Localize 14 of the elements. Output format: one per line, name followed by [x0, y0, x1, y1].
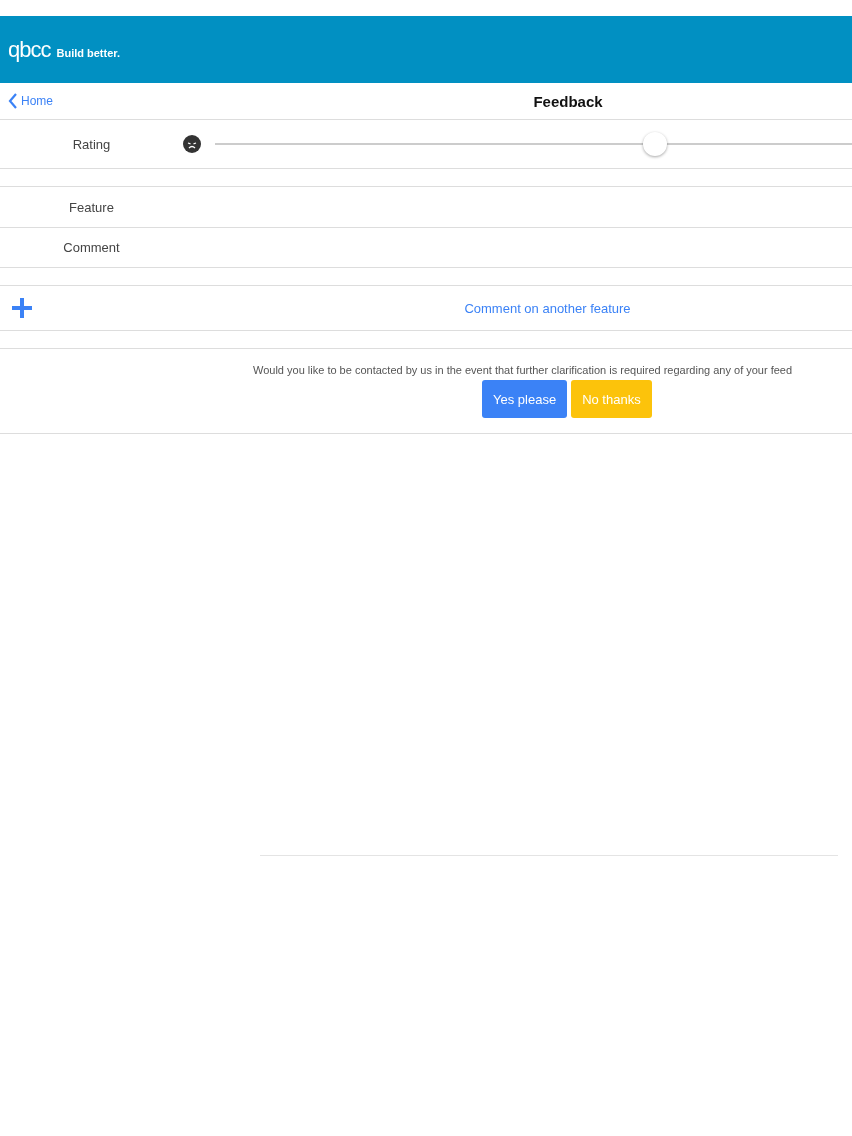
comment-label: Comment — [62, 240, 121, 255]
contact-question: Would you like to be contacted by us in the event that further clarification is required regarding any of your feed — [253, 364, 793, 376]
yes-button[interactable]: Yes please — [482, 380, 568, 418]
tagline: Build better. — [56, 46, 121, 59]
slider-thumb[interactable] — [642, 132, 667, 156]
back-link[interactable]: Home — [0, 93, 53, 109]
sad-face-icon — [183, 135, 201, 153]
qbcc-logo: qbcc — [8, 36, 51, 63]
plus-icon[interactable] — [11, 297, 33, 319]
chevron-left-icon — [8, 93, 18, 109]
feature-label: Feature — [68, 199, 115, 215]
page-title: Feedback — [533, 92, 603, 110]
rating-label: Rating — [71, 136, 112, 152]
add-feature-link[interactable]: Comment on another feature — [243, 300, 852, 316]
